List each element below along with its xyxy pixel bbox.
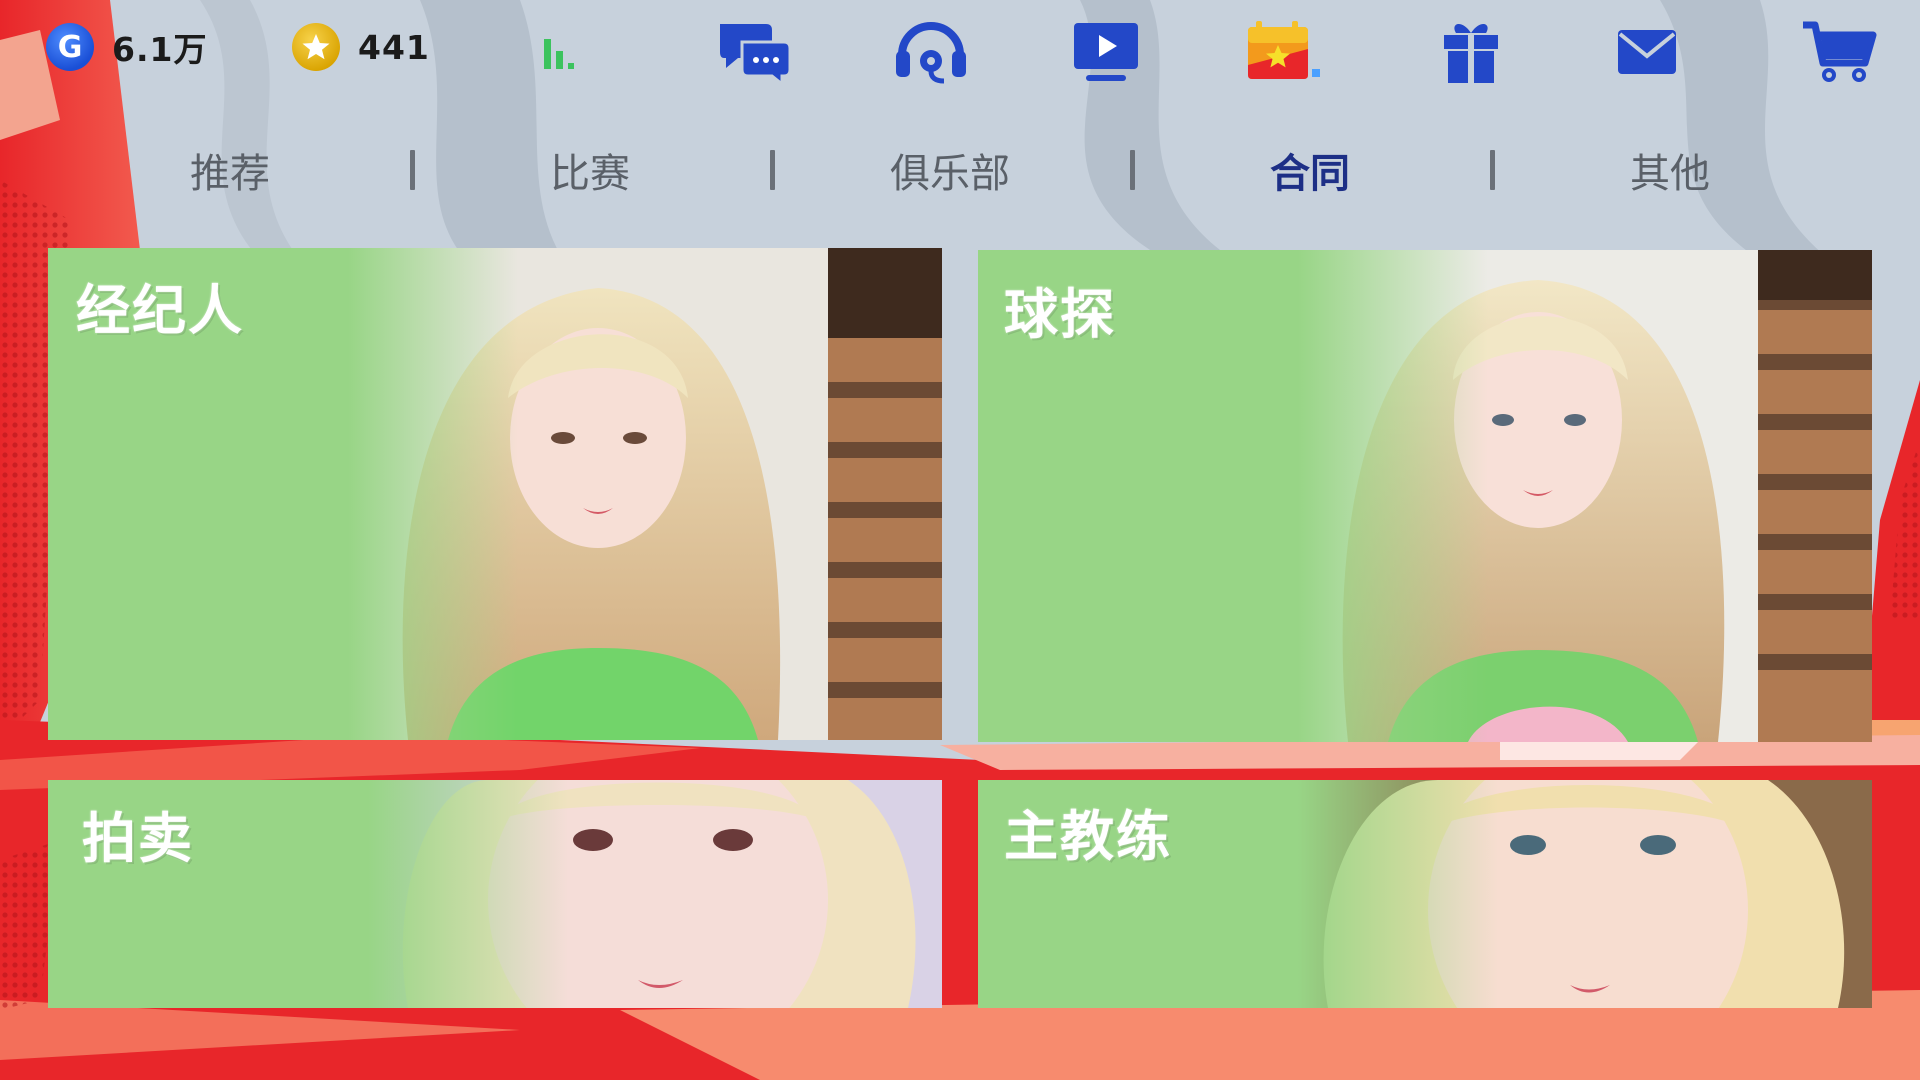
stairs-image	[812, 248, 942, 740]
tab-divider	[1130, 150, 1135, 190]
star-coin-icon	[292, 23, 340, 71]
head-coach-card[interactable]: 主教练	[978, 780, 1872, 1008]
auction-card[interactable]: 拍卖	[48, 780, 942, 1008]
portrait-image	[348, 248, 828, 740]
g-coin-amount: 6.1万	[112, 30, 208, 69]
scout-card[interactable]: 球探	[978, 250, 1872, 742]
tab-divider	[1490, 150, 1495, 190]
mail-icon[interactable]	[1605, 16, 1689, 88]
star-coin-amount: 441	[358, 27, 430, 67]
auction-card-title: 拍卖	[82, 807, 194, 870]
portrait-image	[368, 780, 942, 1008]
stairs-image	[1752, 250, 1872, 742]
signal-icon[interactable]	[521, 16, 605, 88]
gift-icon[interactable]	[1429, 16, 1513, 88]
tab-divider	[410, 150, 415, 190]
tab-contract[interactable]: 合同	[1190, 132, 1430, 208]
agent-card-title: 经纪人	[76, 279, 244, 342]
calendar-icon[interactable]	[1242, 16, 1326, 88]
tab-match[interactable]: 比赛	[470, 132, 710, 208]
scout-card-title: 球探	[1004, 283, 1116, 346]
top-bar: G 6.1万 441	[0, 0, 1920, 100]
star-coin-balance[interactable]: 441	[292, 22, 430, 72]
portrait-image	[1298, 780, 1872, 1008]
headset-icon[interactable]	[889, 16, 973, 88]
tab-recommend[interactable]: 推荐	[110, 132, 350, 208]
head-coach-card-title: 主教练	[1004, 805, 1172, 868]
tab-divider	[770, 150, 775, 190]
g-coin-balance[interactable]: G 6.1万	[46, 22, 207, 72]
video-icon[interactable]	[1064, 16, 1148, 88]
portrait-image	[1298, 250, 1758, 742]
tab-club[interactable]: 俱乐部	[830, 132, 1070, 208]
tab-other[interactable]: 其他	[1550, 132, 1790, 208]
cart-icon[interactable]	[1797, 16, 1881, 88]
agent-card[interactable]: 经纪人	[48, 248, 942, 740]
chat-icon[interactable]	[712, 16, 796, 88]
g-coin-icon: G	[46, 23, 94, 71]
category-tabs: 推荐 比赛 俱乐部 合同 其他	[0, 132, 1920, 208]
